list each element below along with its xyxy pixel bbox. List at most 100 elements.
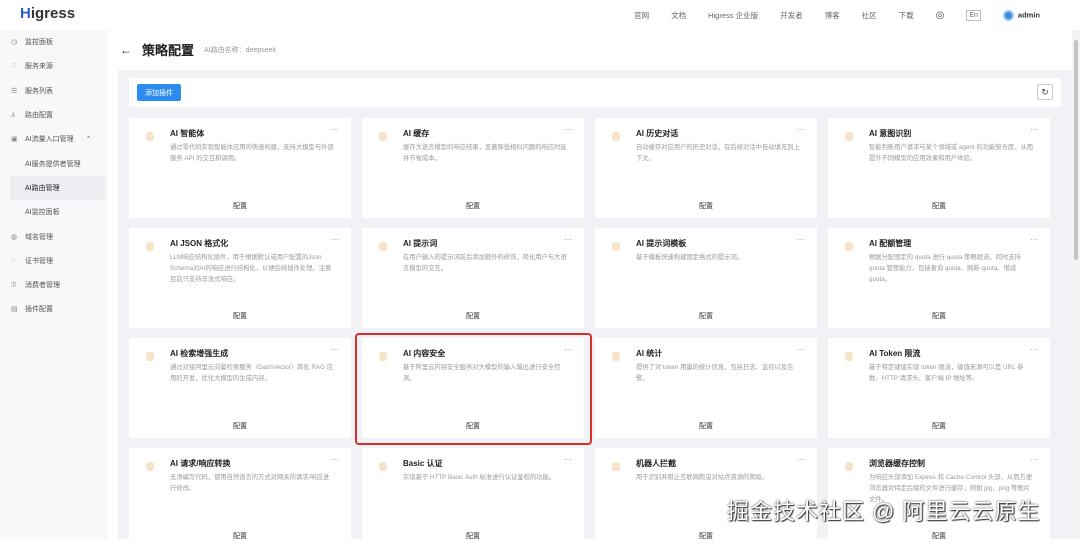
- sidebar-item[interactable]: ⅄ 路由配置: [0, 103, 108, 127]
- plugin-card: Basic 认证 ··· 实现基于 HTTP Basic Auth 标准进行认证…: [362, 448, 584, 548]
- refresh-icon[interactable]: ↻: [1037, 84, 1053, 100]
- more-icon[interactable]: ···: [1030, 345, 1038, 354]
- watermark: 掘金技术社区 @ 阿里云云原生: [727, 499, 1041, 524]
- more-icon[interactable]: ···: [797, 125, 805, 134]
- sidebar-item[interactable]: AI路由管理: [10, 175, 105, 201]
- plugin-title: AI 请求/响应转换: [170, 459, 231, 468]
- configure-button[interactable]: 配置: [129, 531, 351, 541]
- nav-developer[interactable]: 开发者: [780, 10, 803, 21]
- sidebar-icon: ℛ: [11, 282, 17, 290]
- configure-button[interactable]: 配置: [129, 311, 351, 321]
- plugin-description: 基于特定键值实现 token 限流，键值来源可以是 URL 参数、HTTP 请求…: [869, 364, 1024, 382]
- sidebar-item-label: 插件配置: [25, 306, 53, 314]
- more-icon[interactable]: ···: [331, 125, 339, 134]
- plugin-title: Basic 认证: [403, 459, 443, 468]
- sidebar-item[interactable]: ▣ AI流量入口管理 ⌃: [0, 127, 108, 151]
- plugin-icon: [379, 132, 387, 141]
- user-menu[interactable]: admin: [1002, 9, 1040, 21]
- sidebar-item[interactable]: ◍ 域名管理: [0, 224, 108, 248]
- more-icon[interactable]: ···: [564, 455, 572, 464]
- toolbar: 添加插件 ↻: [129, 78, 1061, 107]
- page-title: 策略配置: [142, 43, 195, 58]
- more-icon[interactable]: ···: [331, 455, 339, 464]
- page-header: ← 策略配置 AI路由名称：deepseek: [120, 40, 276, 59]
- sidebar-item[interactable]: AI监控面板: [0, 200, 108, 224]
- sidebar-item-label: AI路由管理: [25, 184, 60, 192]
- configure-button[interactable]: 配置: [129, 421, 351, 431]
- plugin-card: AI Token 限流 ··· 基于特定键值实现 token 限流，键值来源可以…: [828, 338, 1050, 438]
- sidebar-item[interactable]: ☰ 服务列表: [0, 79, 108, 103]
- sidebar: ◷ 监控面板 ⁙ 服务来源 ☰ 服务列表 ⅄ 路由配置 ▣ AI流量入口管理 ⌃ AI服务提供者管理 A…: [0, 30, 108, 539]
- more-icon[interactable]: ···: [1030, 455, 1038, 464]
- scrollbar[interactable]: [1072, 30, 1080, 539]
- higress-logo[interactable]: Higress: [20, 5, 75, 22]
- plugin-description: 智能判断用户请求与某个领域或 agent 的功能契合度，从而提升不同模型的应用效…: [869, 144, 1034, 162]
- plugin-icon: [146, 462, 154, 471]
- sidebar-icon: ⁙: [11, 63, 17, 71]
- more-icon[interactable]: ···: [1030, 125, 1038, 134]
- more-icon[interactable]: ···: [331, 235, 339, 244]
- sidebar-item[interactable]: ℛ 消费者管理: [0, 273, 108, 297]
- plugin-icon: [379, 242, 387, 251]
- add-plugin-button[interactable]: 添加插件: [137, 84, 181, 101]
- configure-button[interactable]: 配置: [828, 531, 1050, 541]
- github-icon[interactable]: ◎: [936, 10, 945, 21]
- plugin-title: AI 缓存: [403, 129, 430, 138]
- configure-button[interactable]: 配置: [362, 311, 584, 321]
- sidebar-item[interactable]: AI服务提供者管理: [0, 151, 108, 175]
- sidebar-item-label: 消费者管理: [25, 282, 60, 290]
- plugin-title: AI 智能体: [170, 129, 205, 138]
- plugin-icon: [845, 242, 853, 251]
- chevron-up-icon: ⌃: [85, 136, 92, 144]
- back-arrow-icon[interactable]: ←: [120, 43, 132, 57]
- nav-community[interactable]: 社区: [862, 10, 877, 21]
- configure-button[interactable]: 配置: [362, 201, 584, 211]
- nav-blog[interactable]: 博客: [825, 10, 840, 21]
- configure-button[interactable]: 配置: [362, 531, 584, 541]
- plugin-icon: [612, 462, 620, 471]
- sidebar-icon: ◷: [11, 39, 18, 47]
- plugin-title: AI 配额管理: [869, 239, 912, 248]
- configure-button[interactable]: 配置: [595, 311, 817, 321]
- sidebar-item-label: AI监控面板: [25, 209, 60, 217]
- more-icon[interactable]: ···: [564, 235, 572, 244]
- nav-download[interactable]: 下载: [899, 10, 914, 21]
- plugin-icon: [845, 352, 853, 361]
- sidebar-item[interactable]: ◌ 证书管理: [0, 249, 108, 273]
- sidebar-item[interactable]: ◷ 监控面板: [0, 30, 108, 54]
- more-icon[interactable]: ···: [797, 235, 805, 244]
- configure-button[interactable]: 配置: [595, 201, 817, 211]
- configure-button[interactable]: 配置: [595, 421, 817, 431]
- plugin-icon: [146, 352, 154, 361]
- plugin-card: AI 请求/响应转换 ··· 无须编写代码，使用自然语言的方式对网关的请求/响应…: [129, 448, 351, 548]
- plugin-card: AI 意图识别 ··· 智能判断用户请求与某个领域或 agent 的功能契合度，…: [828, 118, 1050, 218]
- more-icon[interactable]: ···: [797, 455, 805, 464]
- configure-button[interactable]: 配置: [828, 201, 1050, 211]
- language-toggle[interactable]: En: [966, 9, 981, 21]
- plugin-card: AI 统计 ··· 提供了对 token 用量的统计信息，包括日志、监控以及告警…: [595, 338, 817, 438]
- plugin-title: AI Token 限流: [869, 349, 921, 358]
- plugin-card: AI 检索增强生成 ··· 通过对接阿里云向量检索服务（DashVector）简…: [129, 338, 351, 438]
- more-icon[interactable]: ···: [797, 345, 805, 354]
- plugin-card: AI 智能体 ··· 通过零代码实现智能体应用的快速构建，支持大模型与外部服务 …: [129, 118, 351, 218]
- sidebar-item-label: 服务列表: [25, 87, 53, 95]
- sidebar-item-label: AI服务提供者管理: [25, 160, 81, 168]
- nav-docs[interactable]: 文档: [671, 10, 686, 21]
- sidebar-item-label: AI流量入口管理: [25, 136, 74, 144]
- more-icon[interactable]: ···: [1030, 235, 1038, 244]
- nav-official[interactable]: 官网: [634, 10, 649, 21]
- plugin-description: LLM响应结构化插件，用于根据默认或用户配置的Json Schema对AI的响应…: [170, 254, 332, 283]
- more-icon[interactable]: ···: [331, 345, 339, 354]
- nav-enterprise[interactable]: Higress 企业版: [708, 10, 758, 21]
- configure-button[interactable]: 配置: [595, 531, 817, 541]
- highlight-box: [355, 333, 592, 445]
- plugin-icon: [612, 352, 620, 361]
- configure-button[interactable]: 配置: [828, 311, 1050, 321]
- more-icon[interactable]: ···: [564, 125, 572, 134]
- configure-button[interactable]: 配置: [129, 201, 351, 211]
- configure-button[interactable]: 配置: [828, 421, 1050, 431]
- sidebar-item[interactable]: ▤ 插件配置: [0, 297, 108, 321]
- sidebar-item[interactable]: ⁙ 服务来源: [0, 54, 108, 78]
- plugin-description: 在用户输入的提示词前后添加额外的修饰，简化用户与大语言模型的交互。: [403, 254, 567, 272]
- plugin-description: 缓存大语言模型的响应结果，显著降低相似问题的响应时延并节省成本。: [403, 144, 567, 162]
